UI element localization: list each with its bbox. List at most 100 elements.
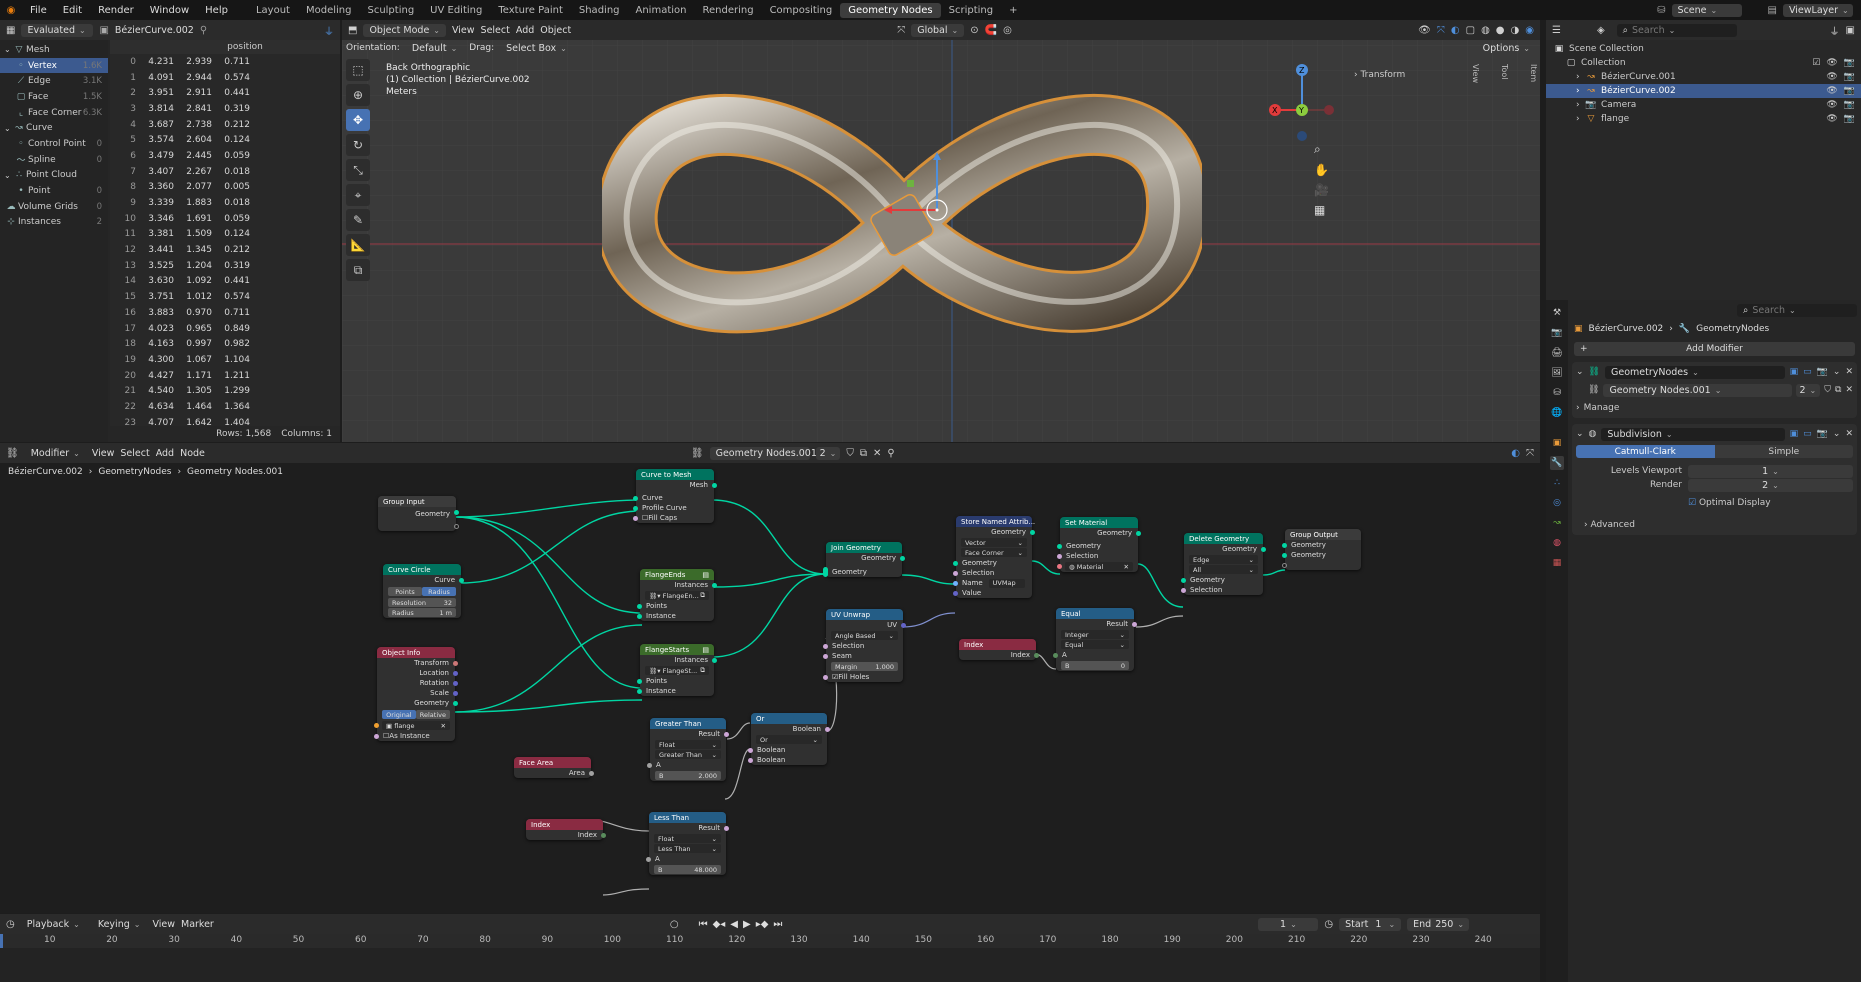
end-frame-field[interactable]: End 250 xyxy=(1407,917,1470,931)
input-socket[interactable] xyxy=(823,674,828,680)
proportional-edit-icon[interactable]: ◎ xyxy=(1003,25,1012,36)
workspace-tab-layout[interactable]: Layout xyxy=(248,3,298,18)
expand-chevron-icon[interactable]: › xyxy=(1576,114,1584,124)
node-group-input[interactable]: Group Input Geometry xyxy=(378,496,459,531)
xray-icon[interactable]: ▢ xyxy=(1466,25,1475,36)
input-socket[interactable] xyxy=(1057,543,1062,549)
workspace-tab-shading[interactable]: Shading xyxy=(571,3,628,18)
input-socket[interactable] xyxy=(953,570,958,576)
domain-item-face[interactable]: ▢ Face 1.5K xyxy=(0,89,108,105)
ortho-grid-icon[interactable]: ▦ xyxy=(1314,203,1329,217)
rotate-tool-icon[interactable]: ↻ xyxy=(346,134,370,156)
node-join-geometry[interactable]: Join Geometry Geometry Geometry xyxy=(823,542,905,577)
annotate-tool-icon[interactable]: ✎ xyxy=(346,209,370,231)
collapse-chevron-icon[interactable]: ⌄ xyxy=(1576,429,1584,439)
node-greater-than[interactable]: Greater Than Result Float ⌄ Greater Than ⌄… xyxy=(647,718,729,781)
unwrap-method-dropdown[interactable]: Angle Based ⌄ xyxy=(831,631,898,640)
render-tab-icon[interactable]: 📷 xyxy=(1550,326,1564,340)
compare-b-field[interactable]: B0 xyxy=(1061,661,1129,670)
scene-selector[interactable]: Scene xyxy=(1671,3,1742,17)
node-less-than[interactable]: Less Than Result Float ⌄ Less Than ⌄ A B 48… xyxy=(646,812,729,875)
camera-view-icon[interactable]: 🎥 xyxy=(1314,183,1329,197)
object-data-tab-icon[interactable]: ↝ xyxy=(1550,516,1564,530)
output-socket[interactable] xyxy=(453,670,458,676)
menu-edit[interactable]: Edit xyxy=(55,5,90,16)
output-socket[interactable] xyxy=(1132,621,1137,627)
workspace-tab-compositing[interactable]: Compositing xyxy=(762,3,841,18)
options-dropdown[interactable]: Options xyxy=(1477,42,1536,55)
simple-button[interactable]: Simple xyxy=(1714,445,1853,458)
modifier-name-field[interactable]: Subdivision xyxy=(1601,427,1785,441)
frame-ruler[interactable]: 10 20 30 40 50 60 70 80 90 100 110 120 130 140 150 160 1… xyxy=(0,934,1540,948)
transform-panel-header[interactable]: › Transform xyxy=(1348,64,1524,86)
compare-op-dropdown[interactable]: Equal ⌄ xyxy=(1061,640,1129,649)
node-store-named-attribute[interactable]: Store Named Attrib... Geometry Vector ⌄ F… xyxy=(953,516,1035,598)
workspace-tab-rendering[interactable]: Rendering xyxy=(694,3,761,18)
start-frame-field[interactable]: Start 1 xyxy=(1339,917,1402,931)
output-socket[interactable] xyxy=(712,482,717,488)
node-group-selector[interactable]: ⛓▾ FlangeSt... ⧉ xyxy=(645,666,709,675)
output-socket[interactable] xyxy=(712,657,717,663)
margin-field[interactable]: Margin 1.000 xyxy=(831,662,898,671)
view-layer-selector[interactable]: ViewLayer xyxy=(1783,3,1853,17)
input-socket[interactable] xyxy=(823,643,828,649)
as-instance-checkbox[interactable]: As Instance xyxy=(389,732,429,740)
expand-chevron-icon[interactable]: › xyxy=(1576,100,1584,110)
input-socket[interactable] xyxy=(633,515,638,521)
select-box-tool-icon[interactable]: ⬚ xyxy=(346,59,370,81)
object-picker[interactable]: ▣ flange ✕ xyxy=(374,721,450,730)
object-tab-icon[interactable]: ▣ xyxy=(1550,436,1564,450)
domain-item-control-point[interactable]: ◦ Control Point 0 xyxy=(0,136,108,152)
input-socket[interactable] xyxy=(1282,562,1287,568)
radius-field[interactable]: Radius 1 m xyxy=(388,608,456,617)
play-icon[interactable]: ▶ xyxy=(743,919,751,930)
node-or[interactable]: Or Boolean Or ⌄ Boolean Boolean xyxy=(748,713,830,765)
domain-item-point-cloud[interactable]: ⌄ ∴ Point Cloud xyxy=(0,168,108,184)
node-flange-starts[interactable]: FlangeStarts ▤ Instances ⛓▾ FlangeSt... ⧉ … xyxy=(637,644,717,696)
gizmo-toggle-icon[interactable]: ⤧ xyxy=(1437,25,1445,36)
play-reverse-icon[interactable]: ◀ xyxy=(730,919,738,930)
input-socket[interactable] xyxy=(1053,652,1058,658)
expand-chevron-icon[interactable]: ⌄ xyxy=(4,124,12,133)
input-socket[interactable] xyxy=(1057,553,1062,559)
filter-icon[interactable]: ⏚ xyxy=(324,23,334,38)
transform-orientation-dropdown[interactable]: Global xyxy=(911,23,965,37)
input-socket[interactable] xyxy=(374,733,379,739)
modifier-node-tree-selector[interactable]: Geometry Nodes.001 xyxy=(1603,383,1792,397)
boolean-op-dropdown[interactable]: Or ⌄ xyxy=(756,735,822,744)
output-socket[interactable] xyxy=(1136,530,1141,536)
new-collection-icon[interactable]: ▣ xyxy=(1846,25,1855,36)
outliner-item-scene-collection[interactable]: ▣ Scene Collection xyxy=(1546,42,1861,56)
view-layer-tab-icon[interactable]: 🖼 xyxy=(1550,366,1564,380)
outliner-search-field[interactable]: ⌕ Search xyxy=(1616,23,1737,37)
workspace-tab-uv-editing[interactable]: UV Editing xyxy=(422,3,490,18)
viewport-menu-select[interactable]: Select xyxy=(481,25,510,36)
render-toggle-icon[interactable]: 📷 xyxy=(1817,367,1828,377)
material-shading-icon[interactable]: ◑ xyxy=(1511,25,1520,36)
data-type-dropdown[interactable]: Vector ⌄ xyxy=(961,538,1027,547)
output-socket[interactable] xyxy=(724,825,729,831)
output-socket[interactable] xyxy=(453,690,458,696)
domain-item-curve[interactable]: ⌄ ↝ Curve xyxy=(0,120,108,136)
outliner-filter-icon[interactable]: ⏚ xyxy=(1830,23,1840,38)
input-socket[interactable] xyxy=(647,762,652,768)
compare-op-dropdown[interactable]: Greater Than ⌄ xyxy=(655,750,721,759)
workspace-tab-geometry-nodes[interactable]: Geometry Nodes xyxy=(840,2,941,18)
viewport-toggle-icon[interactable]: ▭ xyxy=(1803,367,1812,377)
input-socket[interactable] xyxy=(637,678,642,684)
jump-end-icon[interactable]: ⏭ xyxy=(773,919,782,930)
scale-tool-icon[interactable]: ⤡ xyxy=(346,159,370,181)
output-socket[interactable] xyxy=(454,509,459,515)
domain-item-edge[interactable]: ⟋ Edge 3.1K xyxy=(0,73,108,89)
outliner-item-b-ziercurve-001[interactable]: › ↝ BézierCurve.001 👁 📷 xyxy=(1546,70,1861,84)
output-socket[interactable] xyxy=(1034,652,1039,658)
manage-subpanel[interactable]: › Manage xyxy=(1576,401,1853,415)
input-socket[interactable] xyxy=(748,757,753,763)
record-icon[interactable]: ○ xyxy=(670,919,679,930)
input-socket[interactable] xyxy=(748,747,753,753)
input-socket[interactable] xyxy=(633,505,638,511)
compare-op-dropdown[interactable]: Less Than ⌄ xyxy=(654,844,721,853)
output-socket[interactable] xyxy=(901,622,906,628)
physics-tab-icon[interactable]: ◎ xyxy=(1550,496,1564,510)
node-index[interactable]: Index Index xyxy=(526,819,606,840)
